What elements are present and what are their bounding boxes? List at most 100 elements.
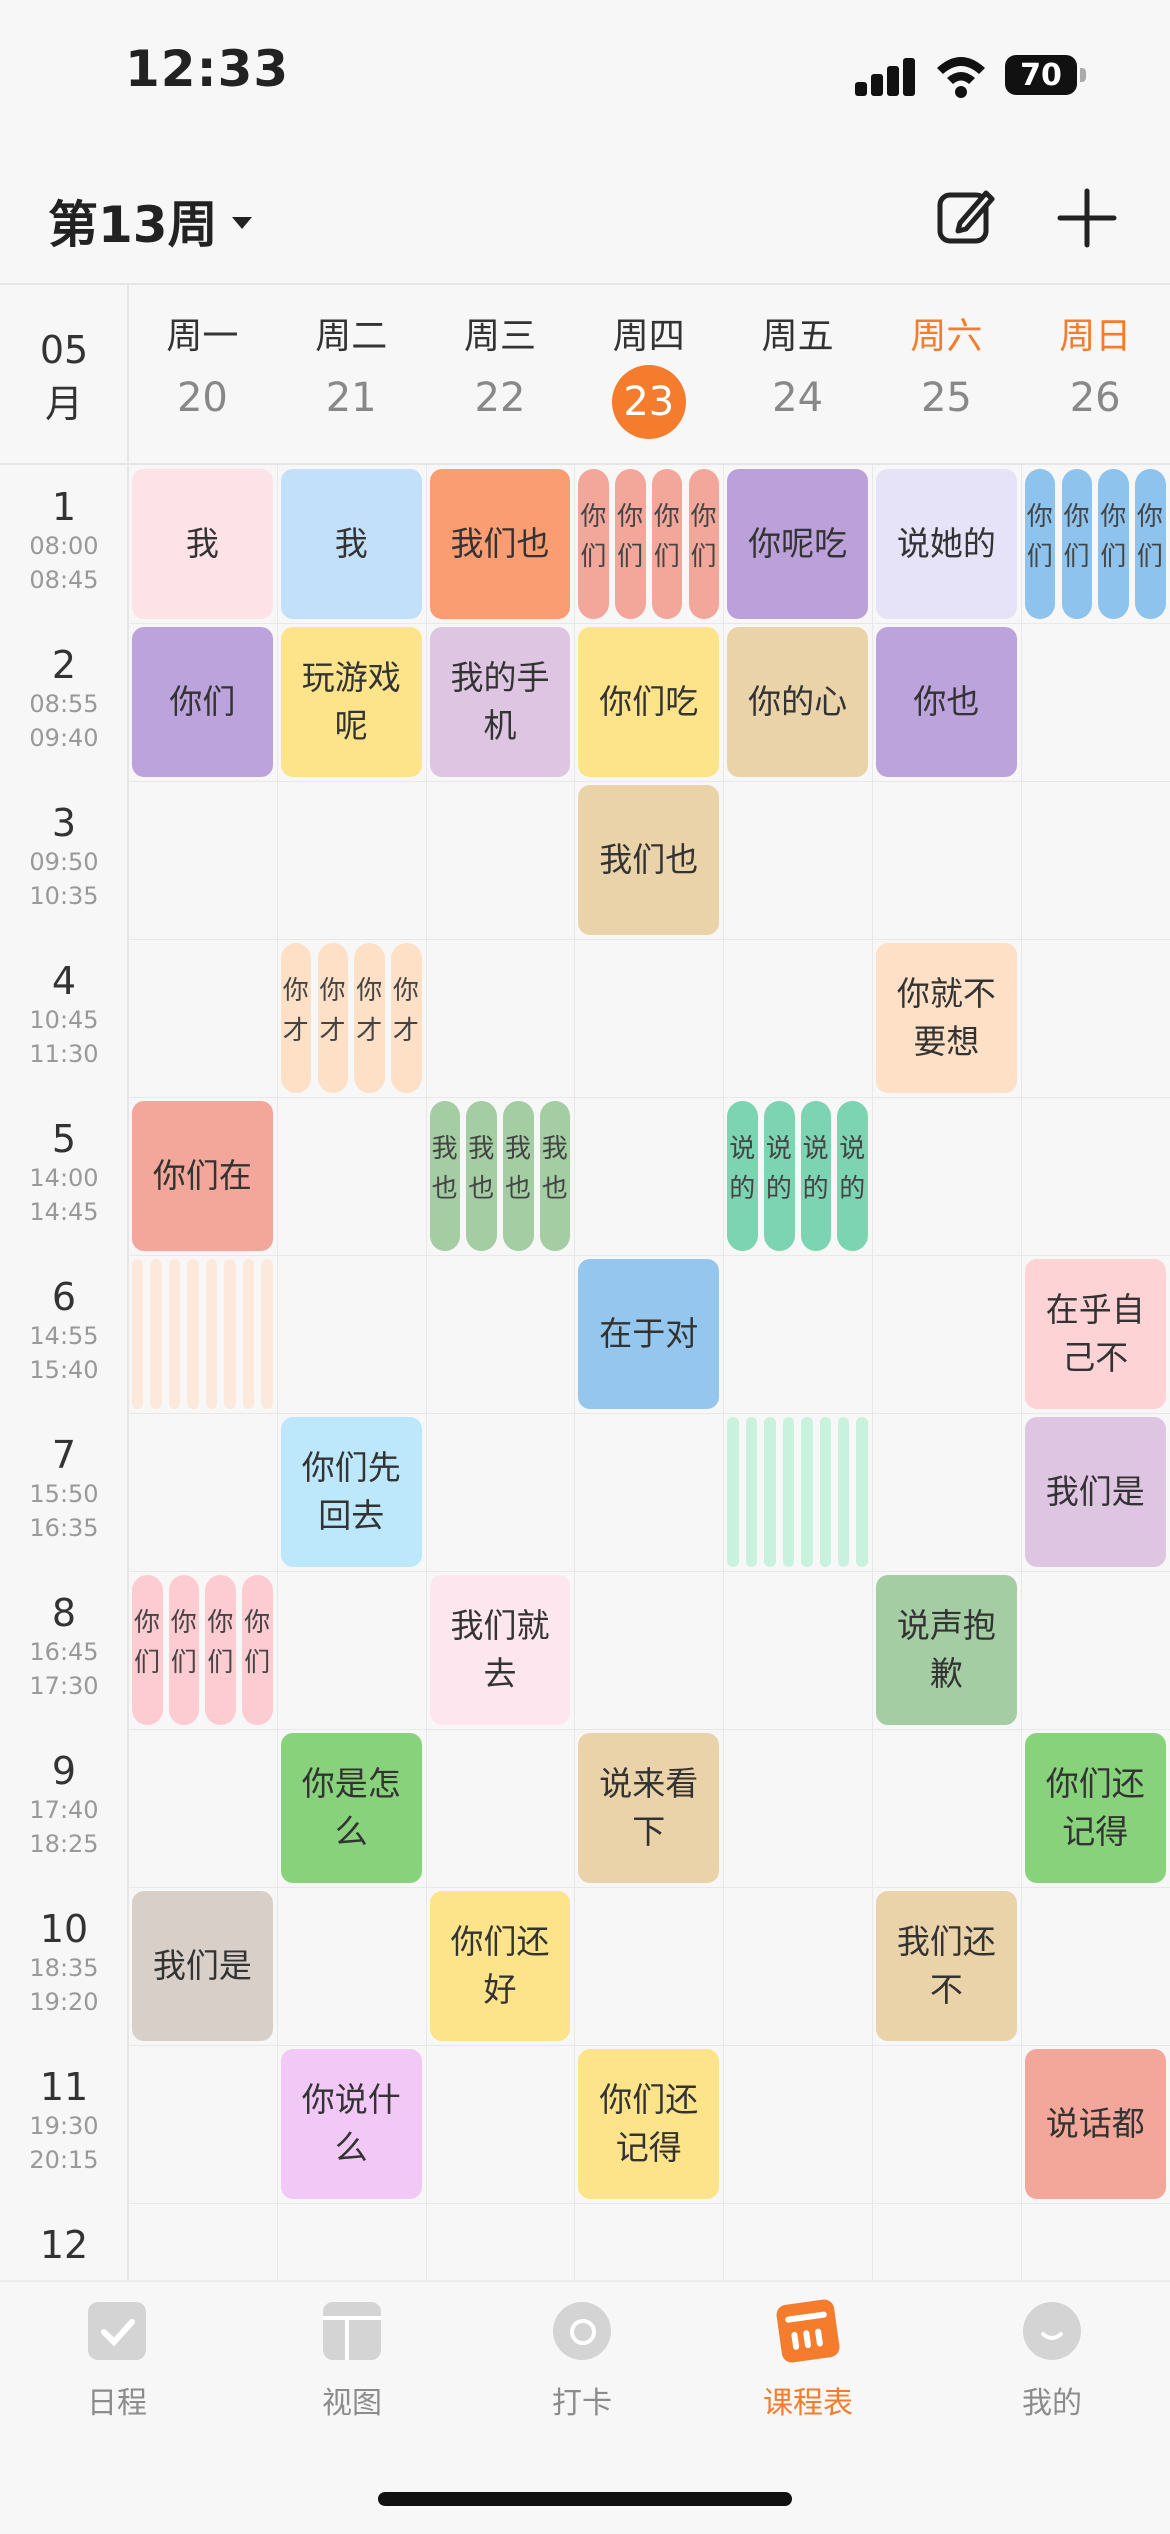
period-end-time: 09:40 [29,724,99,752]
course-strip[interactable]: 我也 [429,1101,461,1251]
course-strip[interactable] [727,1417,739,1567]
course-strip[interactable]: 你们 [1024,469,1056,619]
day-date: 26 [1069,375,1121,421]
course-strip-char: 我 [541,1134,568,1164]
course-strip-char: 的 [765,1174,792,1204]
period-label: 5 14:00 14:45 [0,1117,128,1229]
course-card[interactable]: 说话都 [1024,2049,1166,2199]
course-strip[interactable]: 你们 [242,1575,273,1725]
course-card[interactable]: 我们是 [132,1891,273,2041]
tab-2[interactable]: 打卡 [492,2302,672,2422]
period-label: 9 17:40 18:25 [0,1749,128,1861]
course-strip[interactable]: 你才 [390,943,422,1093]
week-selector[interactable]: 第13周 [48,185,252,257]
course-strip[interactable] [150,1259,162,1409]
course-strip[interactable]: 你们 [1098,469,1129,619]
period-number: 4 [51,959,77,1003]
course-strip[interactable]: 说的 [837,1101,868,1251]
course-strip[interactable]: 你们 [688,469,720,619]
course-strip[interactable]: 我也 [503,1101,534,1251]
add-icon[interactable] [1052,183,1122,253]
course-card[interactable]: 在乎自己不 [1024,1259,1166,1409]
course-strip[interactable] [168,1259,181,1409]
wifi-icon [937,57,985,98]
period-end-time: 20:15 [29,2146,99,2174]
course-strip[interactable] [224,1259,236,1409]
course-strip[interactable] [782,1417,795,1567]
tab-1[interactable]: 视图 [262,2302,442,2422]
course-strip[interactable] [132,1259,144,1409]
period-label: 2 08:55 09:40 [0,643,128,755]
course-strip[interactable]: 你们 [615,469,646,619]
period-start-time: 16:45 [29,1638,99,1666]
week-label: 第13周 [48,196,218,254]
course-strip[interactable]: 说的 [763,1101,795,1251]
course-strip[interactable]: 你们 [1134,469,1166,619]
course-card[interactable]: 说她的 [876,469,1017,619]
course-card[interactable]: 我们也 [429,469,571,619]
course-card[interactable]: 你们吃 [578,627,720,777]
period-start-time: 17:40 [29,1796,99,1824]
course-strip-char: 们 [170,1648,197,1678]
course-strip[interactable] [745,1417,758,1567]
course-strip[interactable] [801,1417,813,1567]
course-strip[interactable]: 你们 [168,1575,200,1725]
course-card[interactable]: 你是怎么 [280,1733,422,1883]
course-strip[interactable] [187,1259,199,1409]
course-card[interactable]: 我们还不 [876,1891,1017,2041]
course-strip[interactable] [764,1417,776,1567]
course-strip[interactable]: 我也 [539,1101,571,1251]
course-card[interactable]: 在于对 [578,1259,720,1409]
course-strip[interactable] [819,1417,831,1567]
period-number: 6 [51,1275,77,1319]
course-strip-char: 我 [505,1134,532,1164]
course-strip[interactable]: 你才 [317,943,349,1093]
course-card[interactable]: 我 [132,469,273,619]
course-strip[interactable] [838,1417,850,1567]
edit-icon[interactable] [930,183,1000,253]
battery-icon: 70 [1005,55,1077,95]
course-strip-char: 你 [319,976,346,1006]
course-strip[interactable]: 你们 [1061,469,1093,619]
course-strip[interactable]: 你才 [280,943,312,1093]
course-card[interactable]: 你的心 [727,627,868,777]
course-card[interactable]: 你们在 [132,1101,273,1251]
course-card[interactable]: 我 [280,469,422,619]
course-strip-char: 们 [134,1648,161,1678]
tab-4[interactable]: 我的 [962,2302,1142,2422]
course-card[interactable]: 我们是 [1024,1417,1166,1567]
course-card[interactable]: 我的手机 [429,627,571,777]
course-card[interactable]: 我们就去 [429,1575,571,1725]
course-card[interactable]: 你呢吃 [727,469,868,619]
tab-3[interactable]: 课程表 [718,2298,898,2422]
course-card[interactable]: 你说什么 [280,2049,422,2199]
course-strip[interactable]: 我也 [466,1101,497,1251]
day-name: 周二 [315,316,388,357]
course-card[interactable]: 我们也 [578,785,720,935]
period-end-time: 11:30 [29,1040,99,1068]
course-strip[interactable]: 你们 [132,1575,163,1725]
course-strip[interactable]: 你们 [651,469,683,619]
course-strip[interactable]: 你们 [578,469,610,619]
course-strip[interactable] [242,1259,255,1409]
tab-0[interactable]: 日程 [27,2302,207,2422]
course-strip[interactable]: 你才 [354,943,385,1093]
course-card[interactable]: 说声抱歉 [876,1575,1017,1725]
course-card[interactable]: 你就不要想 [876,943,1017,1093]
course-strip-char: 的 [729,1174,756,1204]
layout-icon [323,2302,381,2360]
course-card[interactable]: 你们先回去 [280,1417,422,1567]
course-strip[interactable] [205,1259,218,1409]
course-card[interactable]: 你们还记得 [1024,1733,1166,1883]
course-card[interactable]: 你们还好 [429,1891,571,2041]
course-strip[interactable]: 你们 [205,1575,237,1725]
course-strip[interactable] [261,1259,273,1409]
course-card[interactable]: 你也 [876,627,1017,777]
course-card[interactable]: 你们 [132,627,273,777]
course-card[interactable]: 你们还记得 [578,2049,720,2199]
course-card[interactable]: 玩游戏呢 [280,627,422,777]
course-strip[interactable]: 说的 [727,1101,758,1251]
course-card[interactable]: 说来看下 [578,1733,720,1883]
course-strip[interactable]: 说的 [800,1101,832,1251]
course-strip[interactable] [856,1417,868,1567]
